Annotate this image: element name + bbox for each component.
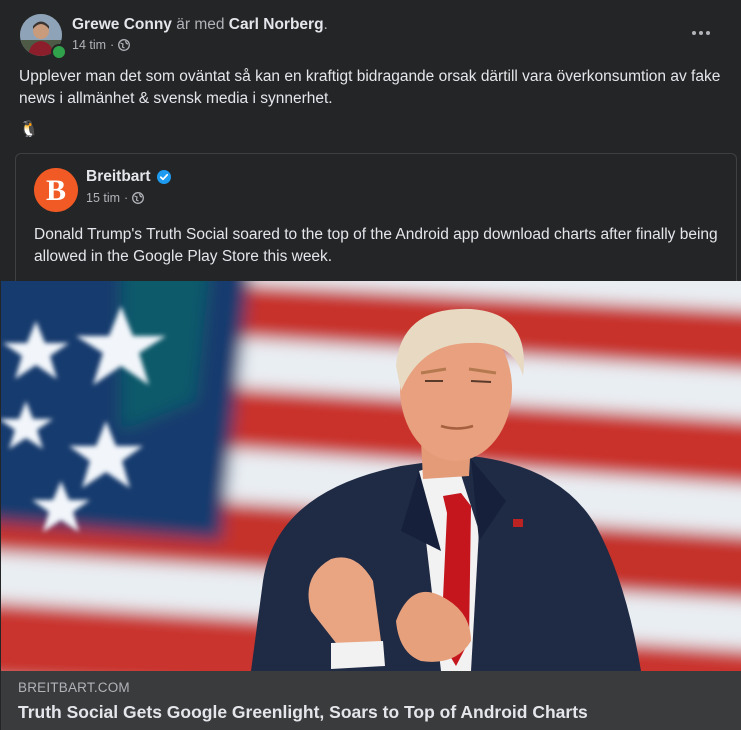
more-dot-3: [706, 31, 710, 35]
link-preview-footer[interactable]: BREITBART.COM Truth Social Gets Google G…: [1, 671, 741, 730]
post-text: Upplever man det som oväntat så kan en k…: [19, 68, 721, 107]
more-dot-2: [699, 31, 703, 35]
page-name-row: Breitbart: [86, 167, 171, 187]
online-status-dot: [51, 44, 67, 60]
shared-timestamp[interactable]: 15 tim: [86, 190, 120, 206]
meta-separator: ·: [110, 38, 115, 52]
page-name[interactable]: Breitbart: [86, 167, 151, 187]
globe-icon[interactable]: [118, 39, 131, 51]
tagged-person[interactable]: Carl Norberg: [229, 16, 324, 33]
verified-badge-icon: [156, 170, 171, 184]
post-header: Grewe Conny är med Carl Norberg. 14 tim …: [18, 13, 723, 60]
shared-meta-separator: ·: [124, 191, 129, 205]
post-meta: 14 tim ·: [72, 37, 131, 53]
globe-icon[interactable]: [132, 192, 145, 204]
feed-post: Grewe Conny är med Carl Norberg. 14 tim …: [0, 0, 741, 730]
logo-letter: B: [46, 174, 66, 207]
more-dot-1: [692, 31, 696, 35]
shared-post-text: Donald Trump's Truth Social soared to th…: [34, 226, 718, 265]
with-text: är med: [176, 16, 225, 33]
shared-post-card[interactable]: B Breitbart 15 tim · Donald Trump's Trut…: [15, 153, 737, 282]
period: .: [323, 16, 328, 33]
shared-post-meta: 15 tim ·: [86, 190, 145, 206]
author-name[interactable]: Grewe Conny: [72, 16, 172, 33]
link-preview-image[interactable]: [1, 281, 741, 671]
link-domain: BREITBART.COM: [18, 680, 130, 695]
author-line: Grewe Conny är med Carl Norberg.: [72, 15, 328, 35]
penguin-emoji: 🐧: [19, 121, 39, 138]
link-title[interactable]: Truth Social Gets Google Greenlight, Soa…: [18, 702, 588, 723]
post-timestamp[interactable]: 14 tim: [72, 37, 106, 53]
breitbart-logo[interactable]: B: [34, 168, 78, 212]
more-options-icon[interactable]: [687, 23, 715, 43]
